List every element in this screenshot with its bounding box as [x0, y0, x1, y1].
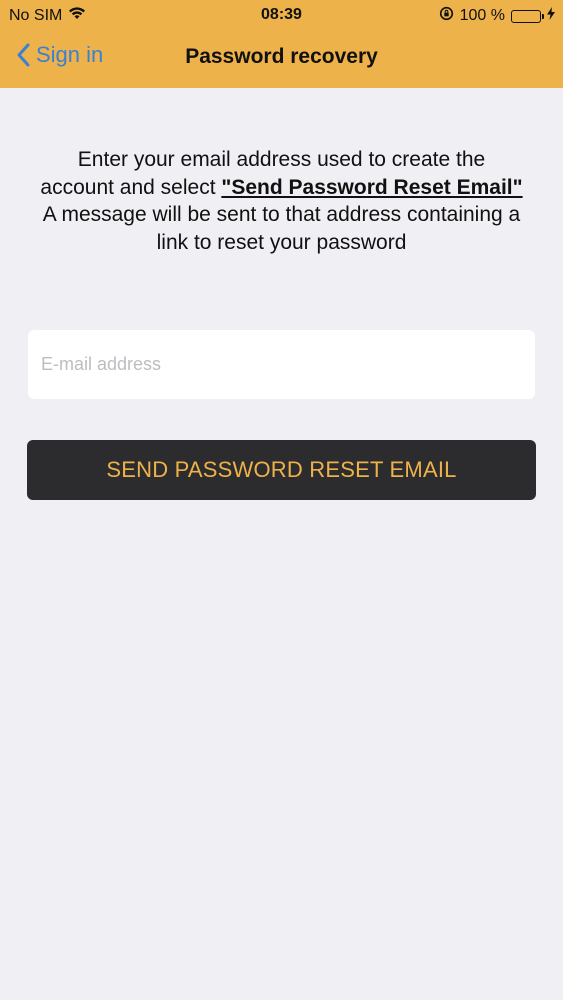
status-right: 100 % [439, 6, 555, 26]
battery-icon [511, 9, 544, 23]
battery-percent: 100 % [459, 7, 505, 24]
charging-icon [547, 7, 555, 25]
instructions-emphasis: "Send Password Reset Email" [221, 175, 523, 199]
instructions-message: A message will be sent to that address c… [42, 203, 521, 254]
page-title: Password recovery [185, 45, 378, 68]
navigation-bar: Sign in Password recovery [0, 30, 563, 88]
send-password-reset-button[interactable]: SEND PASSWORD RESET EMAIL [27, 440, 536, 500]
status-bar: No SIM 08:39 100 % [0, 0, 563, 30]
orientation-lock-icon [439, 6, 454, 26]
top-bar: No SIM 08:39 100 % Sign in Password reco… [0, 0, 563, 88]
instructions-text: Enter your email address used to create … [40, 146, 523, 256]
email-field[interactable] [28, 330, 535, 399]
